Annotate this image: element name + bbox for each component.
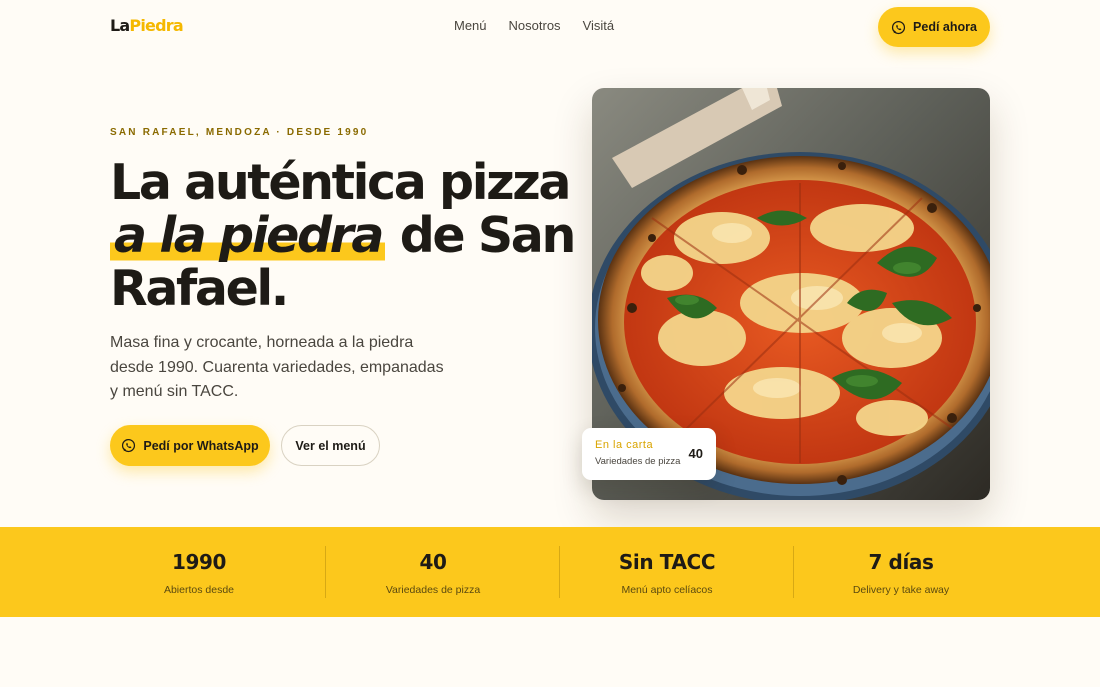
order-now-label: Pedí ahora — [913, 20, 977, 34]
logo-part-la: La — [110, 16, 130, 35]
main-nav: Menú Nosotros Visitá — [454, 18, 614, 33]
headline-line-2: a la piedra de San — [110, 207, 576, 264]
hero-eyebrow: SAN RAFAEL, MENDOZA · DESDE 1990 — [110, 127, 369, 138]
headline-highlight: a la piedra — [110, 207, 386, 264]
whatsapp-order-button[interactable]: Pedí por WhatsApp — [110, 425, 270, 466]
stat-label: Menú apto celíacos — [621, 584, 713, 596]
logo-part-piedra: Piedra — [129, 16, 183, 35]
nav-item-visita[interactable]: Visitá — [583, 18, 615, 33]
menu-highlight-card: En la carta Variedades de pizza 40 — [582, 428, 716, 480]
card-subtitle: Variedades de pizza — [595, 456, 681, 467]
nav-item-menu[interactable]: Menú — [454, 18, 487, 33]
stat-label: Delivery y take away — [852, 584, 950, 596]
nav-item-nosotros[interactable]: Nosotros — [509, 18, 561, 33]
headline-after: de San — [385, 207, 577, 264]
stat-gluten-free: Sin TACC Menú apto celíacos — [550, 527, 784, 617]
whatsapp-icon — [891, 20, 906, 35]
order-now-button[interactable]: Pedí ahora — [878, 7, 990, 47]
stat-since: 1990 Abiertos desde — [82, 527, 316, 617]
headline-line-1: La auténtica pizza — [110, 154, 571, 211]
stat-value: 40 — [419, 550, 447, 574]
whatsapp-order-label: Pedí por WhatsApp — [143, 438, 259, 453]
stat-label: Abiertos desde — [163, 584, 235, 596]
stat-label: Variedades de pizza — [385, 584, 481, 596]
headline-line-3: Rafael. — [110, 260, 289, 317]
stat-varieties: 40 Variedades de pizza — [316, 527, 550, 617]
stats-band: 1990 Abiertos desde 40 Variedades de piz… — [0, 527, 1100, 617]
stat-value: Sin TACC — [618, 550, 716, 574]
stat-delivery: 7 días Delivery y take away — [784, 527, 1018, 617]
card-value: 40 — [688, 446, 703, 461]
hero-description: Masa fina y crocante, horneada a la pied… — [110, 334, 444, 400]
view-menu-button[interactable]: Ver el menú — [281, 425, 380, 466]
stat-value: 1990 — [171, 550, 227, 574]
card-title: En la carta — [595, 439, 654, 451]
logo[interactable]: LaPiedra — [110, 16, 184, 35]
whatsapp-icon — [121, 438, 136, 453]
stat-value: 7 días — [868, 550, 934, 574]
hero-headline: La auténtica pizza a la piedra de San Ra… — [110, 154, 576, 317]
